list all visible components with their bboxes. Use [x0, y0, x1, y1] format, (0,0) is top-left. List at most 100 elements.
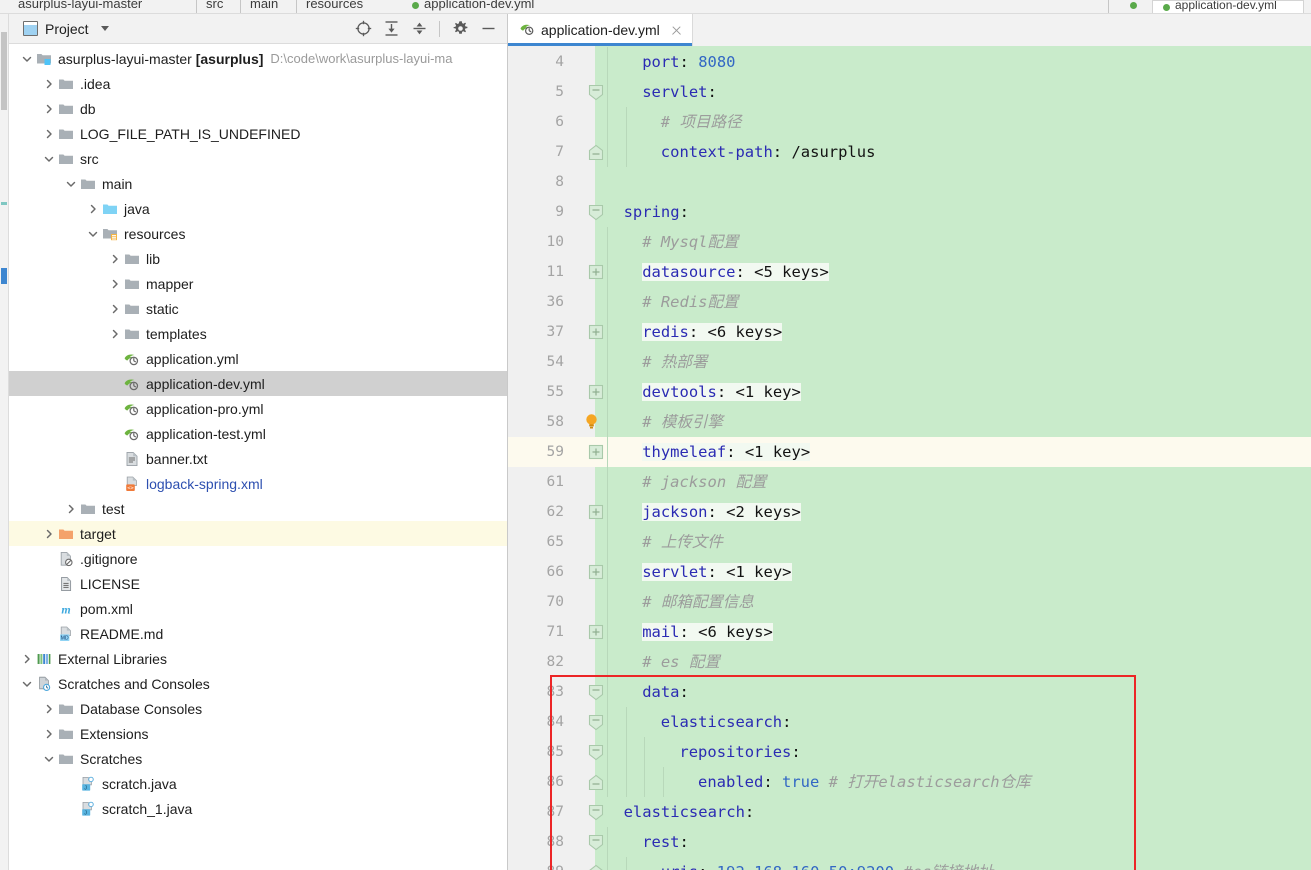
- tree-node-application-test-yml[interactable]: application-test.yml: [9, 421, 507, 446]
- fold-collapse-icon[interactable]: [588, 834, 604, 851]
- chevron-right-icon[interactable]: [41, 121, 57, 146]
- tree-node-asurplus-layui-master[interactable]: asurplus-layui-master [asurplus] D:\code\…: [9, 46, 507, 71]
- chevron-right-icon[interactable]: [41, 521, 57, 546]
- chevron-right-icon[interactable]: [63, 496, 79, 521]
- fold-collapse-icon[interactable]: [588, 744, 604, 761]
- tree-node-logback-spring-xml[interactable]: <> logback-spring.xml: [9, 471, 507, 496]
- tree-node-scratch-1-java[interactable]: Jscratch_1.java: [9, 796, 507, 821]
- fold-end-icon[interactable]: [588, 864, 604, 870]
- fold-collapse-icon[interactable]: [588, 684, 604, 701]
- code-line[interactable]: [508, 467, 1311, 497]
- settings-gear-icon[interactable]: [447, 16, 473, 42]
- intention-bulb-icon[interactable]: [584, 413, 599, 431]
- code-line[interactable]: [508, 137, 1311, 167]
- tree-node-main[interactable]: main: [9, 171, 507, 196]
- tree-node-extensions[interactable]: Extensions: [9, 721, 507, 746]
- fold-expand-icon[interactable]: [588, 504, 604, 521]
- select-opened-file-icon[interactable]: [350, 16, 376, 42]
- collapse-all-icon[interactable]: [406, 16, 432, 42]
- chevron-down-icon[interactable]: [41, 146, 57, 171]
- breadcrumb-item[interactable]: application-dev.yml: [424, 0, 534, 11]
- folded-region[interactable]: thymeleaf: <1 key>: [642, 443, 811, 461]
- tree-node-gitignore[interactable]: .gitignore: [9, 546, 507, 571]
- tree-node-scratches-and-consoles[interactable]: Scratches and Consoles: [9, 671, 507, 696]
- tree-node-banner-txt[interactable]: banner.txt: [9, 446, 507, 471]
- code-line[interactable]: [508, 47, 1311, 77]
- fold-collapse-icon[interactable]: [588, 84, 604, 101]
- code-area[interactable]: 4 port: 8080 5 servlet: 6 # 项目路径 7 context-path…: [508, 46, 1311, 870]
- folded-region[interactable]: mail: <6 keys>: [642, 623, 773, 641]
- folded-region[interactable]: servlet: <1 key>: [642, 563, 792, 581]
- fold-expand-icon[interactable]: [588, 444, 604, 461]
- tree-node-templates[interactable]: templates: [9, 321, 507, 346]
- code-line[interactable]: [508, 647, 1311, 677]
- close-icon[interactable]: [669, 23, 684, 38]
- folded-region[interactable]: devtools: <1 key>: [642, 383, 801, 401]
- chevron-down-icon[interactable]: [41, 746, 57, 771]
- tree-node-lib[interactable]: lib: [9, 246, 507, 271]
- breadcrumb-item[interactable]: src: [206, 0, 223, 11]
- code-line[interactable]: [508, 617, 1311, 647]
- tree-node-application-yml[interactable]: application.yml: [9, 346, 507, 371]
- tree-node-idea[interactable]: .idea: [9, 71, 507, 96]
- tree-node-mapper[interactable]: mapper: [9, 271, 507, 296]
- code-line[interactable]: [508, 677, 1311, 707]
- hide-icon[interactable]: [475, 16, 501, 42]
- code-line[interactable]: [508, 227, 1311, 257]
- editor-scrollbar[interactable]: [1300, 14, 1311, 870]
- chevron-right-icon[interactable]: [41, 71, 57, 96]
- project-view-selector[interactable]: Project: [23, 21, 109, 37]
- fold-collapse-icon[interactable]: [588, 804, 604, 821]
- tree-node-readme-md[interactable]: MD README.md: [9, 621, 507, 646]
- tree-node-license[interactable]: LICENSE: [9, 571, 507, 596]
- tree-node-external-libraries[interactable]: External Libraries: [9, 646, 507, 671]
- tree-node-static[interactable]: static: [9, 296, 507, 321]
- chevron-down-icon[interactable]: [19, 46, 35, 71]
- chevron-down-icon[interactable]: [19, 671, 35, 696]
- code-line[interactable]: [508, 587, 1311, 617]
- chevron-right-icon[interactable]: [41, 96, 57, 121]
- tree-node-src[interactable]: src: [9, 146, 507, 171]
- chevron-right-icon[interactable]: [41, 721, 57, 746]
- code-line[interactable]: [508, 167, 1311, 197]
- code-line[interactable]: [508, 347, 1311, 377]
- fold-collapse-icon[interactable]: [588, 714, 604, 731]
- project-tree[interactable]: asurplus-layui-master [asurplus] D:\code\…: [9, 44, 507, 870]
- code-line[interactable]: [508, 437, 1311, 467]
- chevron-down-icon[interactable]: [100, 26, 109, 31]
- tree-node-scratch-java[interactable]: Jscratch.java: [9, 771, 507, 796]
- chevron-right-icon[interactable]: [107, 246, 123, 271]
- fold-expand-icon[interactable]: [588, 564, 604, 581]
- tree-node-scratches[interactable]: Scratches: [9, 746, 507, 771]
- fold-expand-icon[interactable]: [588, 264, 604, 281]
- code-line[interactable]: [508, 827, 1311, 857]
- editor-tab-peek[interactable]: application-dev.yml: [1152, 0, 1304, 13]
- fold-end-icon[interactable]: [588, 144, 604, 161]
- folded-region[interactable]: redis: <6 keys>: [642, 323, 783, 341]
- code-line[interactable]: [508, 527, 1311, 557]
- code-line[interactable]: [508, 107, 1311, 137]
- code-line[interactable]: [508, 257, 1311, 287]
- code-line[interactable]: [508, 497, 1311, 527]
- chevron-right-icon[interactable]: [41, 696, 57, 721]
- chevron-down-icon[interactable]: [85, 221, 101, 246]
- chevron-right-icon[interactable]: [107, 271, 123, 296]
- chevron-right-icon[interactable]: [107, 296, 123, 321]
- tree-node-application-dev-yml[interactable]: application-dev.yml: [9, 371, 507, 396]
- code-line[interactable]: [508, 77, 1311, 107]
- code-line[interactable]: [508, 407, 1311, 437]
- chevron-right-icon[interactable]: [19, 646, 35, 671]
- editor-tab-application-dev-yml[interactable]: application-dev.yml: [508, 14, 693, 46]
- fold-expand-icon[interactable]: [588, 384, 604, 401]
- fold-expand-icon[interactable]: [588, 624, 604, 641]
- fold-collapse-icon[interactable]: [588, 204, 604, 221]
- code-line[interactable]: [508, 707, 1311, 737]
- chevron-right-icon[interactable]: [107, 321, 123, 346]
- tree-node-test[interactable]: test: [9, 496, 507, 521]
- fold-end-icon[interactable]: [588, 774, 604, 791]
- code-line[interactable]: [508, 557, 1311, 587]
- tree-node-db[interactable]: db: [9, 96, 507, 121]
- tree-node-java[interactable]: java: [9, 196, 507, 221]
- tree-node-application-pro-yml[interactable]: application-pro.yml: [9, 396, 507, 421]
- breadcrumb-item[interactable]: asurplus-layui-master: [18, 0, 142, 11]
